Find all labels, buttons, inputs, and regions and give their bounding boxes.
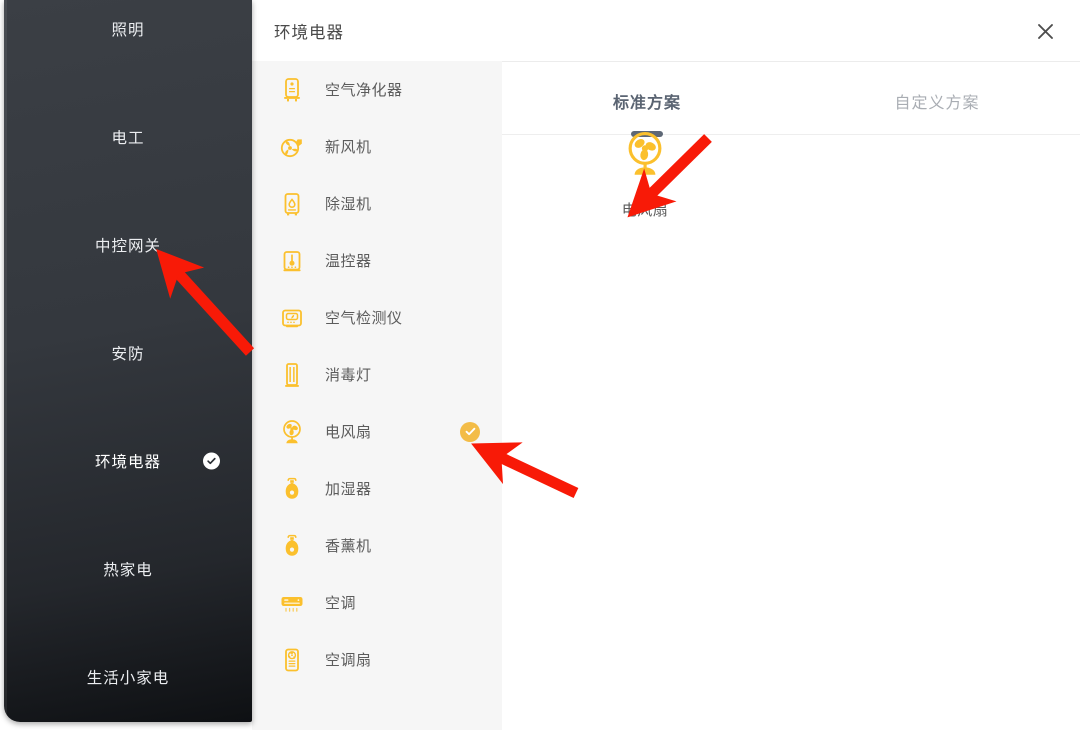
device-list-item-label: 加湿器: [325, 481, 372, 498]
aroma-diffuser-icon: [278, 532, 306, 560]
scheme-tabs: 标准方案 自定义方案: [502, 61, 1080, 137]
device-list-item-label: 温控器: [325, 253, 372, 270]
device-list-item-label: 消毒灯: [325, 367, 372, 384]
sidebar-item[interactable]: 电工: [4, 110, 252, 164]
product-card-label: 电风扇: [621, 202, 669, 219]
sidebar-item-label: 安防: [111, 346, 145, 363]
check-circle-icon: [203, 452, 220, 470]
sidebar-item[interactable]: 中控网关: [4, 218, 252, 272]
close-icon[interactable]: [1028, 14, 1062, 48]
sidebar-item-label: 环境电器: [94, 454, 161, 471]
device-list-item-label: 空调: [325, 595, 357, 612]
sidebar-item-label: 生活小家电: [86, 670, 170, 687]
electric-fan-icon: [590, 123, 700, 185]
device-list-item[interactable]: 空气净化器: [252, 61, 502, 118]
device-list-item-selected[interactable]: 电风扇: [252, 403, 502, 460]
device-list-item[interactable]: 温控器: [252, 232, 502, 289]
air-purifier-icon: [278, 76, 306, 104]
device-list-item-label: 电风扇: [325, 424, 372, 441]
device-list-item[interactable]: 空调扇: [252, 631, 502, 688]
device-list-item[interactable]: 除湿机: [252, 175, 502, 232]
device-list-item[interactable]: 空调: [252, 574, 502, 631]
air-detector-icon: [278, 304, 306, 332]
device-list-item[interactable]: 空气检测仪: [252, 289, 502, 346]
category-sidebar: 照明电工中控网关安防环境电器热家电生活小家电厨电卫浴&个人护理宠物用品节能能源教…: [4, 0, 252, 722]
device-list-item-label: 除湿机: [325, 196, 372, 213]
sidebar-item[interactable]: 照明: [4, 2, 252, 56]
sidebar-item[interactable]: 安防: [4, 326, 252, 380]
sidebar-item-label: 电工: [111, 130, 145, 147]
humidifier-icon: [278, 475, 306, 503]
tab-custom-scheme[interactable]: 自定义方案: [894, 89, 979, 113]
device-list-item[interactable]: 加湿器: [252, 460, 502, 517]
device-list-item[interactable]: 消毒灯: [252, 346, 502, 403]
content-panel: 标准方案 自定义方案 电风扇: [502, 61, 1080, 730]
sidebar-item-label: 照明: [111, 22, 145, 39]
air-conditioner-icon: [278, 589, 306, 617]
fresh-air-fan-icon: [278, 133, 306, 161]
sidebar-item-label: 中控网关: [94, 238, 161, 255]
check-circle-filled-icon: [460, 421, 480, 442]
sidebar-item[interactable]: 生活小家电: [4, 650, 252, 704]
device-list-item-label: 空气净化器: [325, 82, 403, 99]
device-category-picker-dialog: 照明电工中控网关安防环境电器热家电生活小家电厨电卫浴&个人护理宠物用品节能能源教…: [0, 0, 1080, 730]
device-list-item-label: 新风机: [325, 139, 372, 156]
sterilizing-lamp-icon: [278, 361, 306, 389]
dehumidifier-icon: [278, 190, 306, 218]
thermostat-icon: [278, 247, 306, 275]
page-title: 环境电器: [274, 24, 344, 42]
device-list-item[interactable]: 香薰机: [252, 517, 502, 574]
sidebar-item-selected[interactable]: 环境电器: [4, 434, 252, 488]
sidebar-item-label: 热家电: [103, 562, 153, 579]
product-card[interactable]: 电风扇: [590, 123, 700, 220]
tab-standard-scheme[interactable]: 标准方案: [613, 89, 681, 113]
air-cooler-icon: [278, 646, 306, 674]
dialog-header: 环境电器: [252, 0, 1080, 62]
device-list-item-label: 空调扇: [325, 652, 372, 669]
device-list-item[interactable]: 新风机: [252, 118, 502, 175]
device-list-item-label: 香薰机: [325, 538, 372, 555]
device-type-list[interactable]: 空气净化器新风机除湿机温控器空气检测仪消毒灯电风扇加湿器香薰机空调空调扇: [252, 61, 502, 730]
sidebar-item[interactable]: 热家电: [4, 542, 252, 596]
device-list-item-label: 空气检测仪: [325, 310, 403, 327]
electric-fan-icon: [278, 418, 306, 446]
